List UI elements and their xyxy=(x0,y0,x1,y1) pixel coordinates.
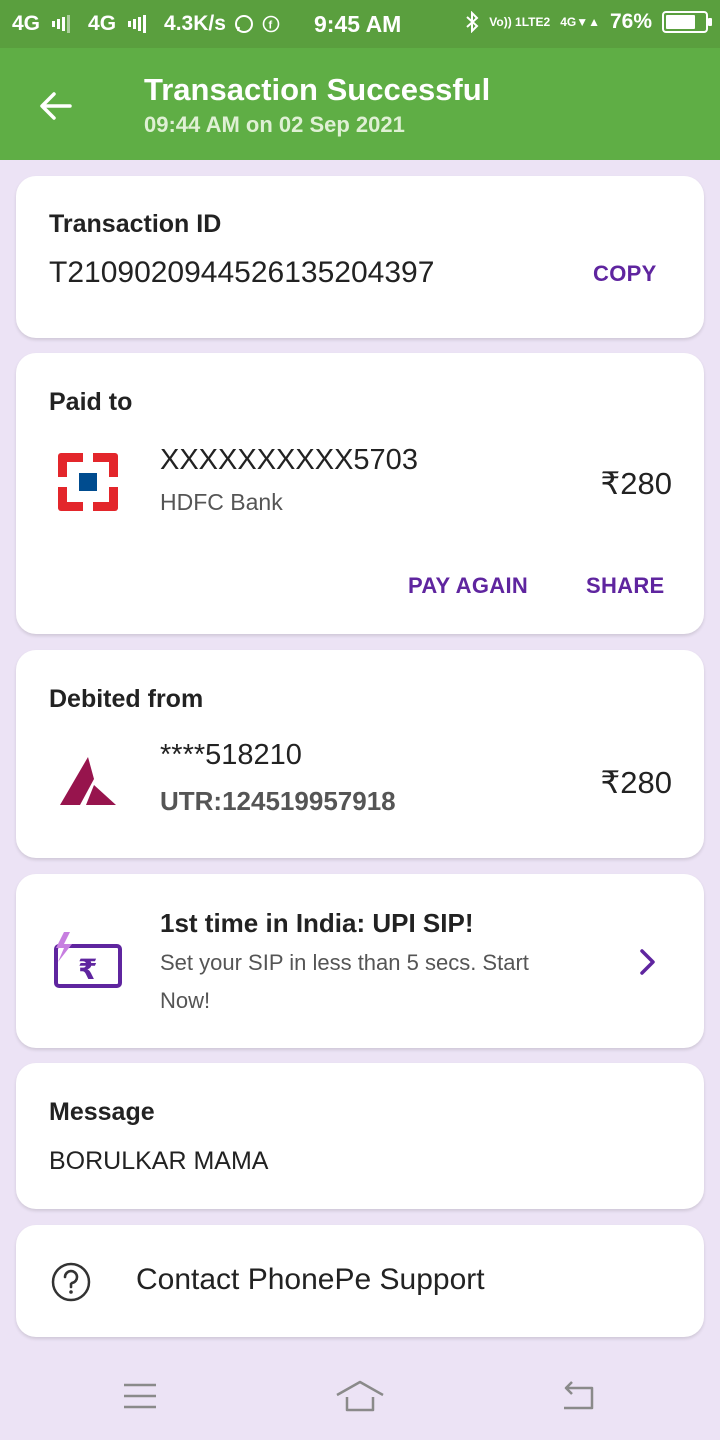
upi-sip-promo-card[interactable]: ₹ 1st time in India: UPI SIP! Set your S… xyxy=(16,874,704,1048)
menu-button[interactable] xyxy=(110,1366,170,1426)
data-arrows-icon: ▼▲ xyxy=(576,15,600,29)
arrow-left-icon xyxy=(40,92,72,120)
home-button[interactable] xyxy=(330,1366,390,1426)
copy-button[interactable]: COPY xyxy=(593,261,657,287)
paid-amount: ₹280 xyxy=(600,466,672,501)
signal-bars-icon xyxy=(52,15,72,33)
axis-logo-icon xyxy=(58,755,118,807)
promo-title: 1st time in India: UPI SIP! xyxy=(160,908,474,938)
home-icon xyxy=(336,1380,384,1412)
network-indicator-2: 4G xyxy=(88,12,156,36)
system-nav-bar xyxy=(0,1352,720,1440)
debited-amount: ₹280 xyxy=(600,765,672,800)
paid-to-card: Paid to XXXXXXXXXX5703 HDFC Bank ₹280 PA… xyxy=(16,353,704,634)
menu-icon xyxy=(124,1383,156,1409)
signal-bars-icon xyxy=(128,15,148,33)
network-type-label: 4G xyxy=(88,12,117,35)
payee-account: XXXXXXXXXX5703 xyxy=(160,444,418,476)
transaction-timestamp: 09:44 AM on 02 Sep 2021 xyxy=(144,112,405,137)
contact-support-card[interactable]: Contact PhonePe Support xyxy=(16,1225,704,1337)
network-indicator-1: 4G xyxy=(12,12,80,36)
app-header: Transaction Successful 09:44 AM on 02 Se… xyxy=(0,48,720,160)
status-right: Vo)) 1 LTE2 4G ▼▲ 76% xyxy=(455,10,712,34)
status-bar: 4G 4G 4.3K/s f 9:45 AM Vo)) 1 LTE2 4G ▼▲… xyxy=(0,0,720,48)
debited-from-card: Debited from ****518210 UTR:124519957918… xyxy=(16,650,704,858)
facebook-icon: f xyxy=(262,15,280,33)
data-activity-indicator: 4G ▼▲ xyxy=(560,16,600,28)
net-type-label: 4G xyxy=(560,15,577,29)
status-left: 4G 4G 4.3K/s f xyxy=(12,12,288,36)
message-text: BORULKAR MAMA xyxy=(49,1147,269,1175)
battery-percent: 76% xyxy=(609,10,652,33)
paid-to-label: Paid to xyxy=(49,388,133,416)
back-nav-button[interactable] xyxy=(548,1366,608,1426)
back-nav-icon xyxy=(564,1381,594,1410)
hdfc-logo-icon xyxy=(58,453,118,511)
svg-text:₹: ₹ xyxy=(78,953,97,986)
transaction-id-card: Transaction ID T2109020944526135204397 C… xyxy=(16,176,704,338)
clock: 9:45 AM xyxy=(314,11,402,37)
message-card: Message BORULKAR MAMA xyxy=(16,1063,704,1209)
message-label: Message xyxy=(49,1098,155,1126)
volte-indicator: Vo)) 1 LTE2 xyxy=(489,16,550,28)
share-button[interactable]: SHARE xyxy=(586,573,665,599)
transaction-id-value: T2109020944526135204397 xyxy=(49,256,435,289)
debited-from-label: Debited from xyxy=(49,685,204,713)
chevron-right-icon[interactable] xyxy=(636,948,660,981)
promo-description-line1: Set your SIP in less than 5 secs. Start xyxy=(160,950,529,975)
pay-again-button[interactable]: PAY AGAIN xyxy=(408,573,528,599)
bluetooth-icon xyxy=(465,11,479,33)
page-title: Transaction Successful xyxy=(144,72,491,107)
volte-bottom-label: LTE2 xyxy=(521,15,551,29)
battery-level xyxy=(666,15,695,29)
promo-description-line2: Now! xyxy=(160,988,211,1013)
help-circle-icon xyxy=(51,1262,91,1307)
sip-rupee-icon: ₹ xyxy=(52,930,124,992)
whatsapp-icon xyxy=(234,14,254,34)
network-type-label: 4G xyxy=(12,12,41,35)
transaction-id-label: Transaction ID xyxy=(49,210,222,238)
data-speed: 4.3K/s xyxy=(164,12,226,35)
contact-support-label: Contact PhonePe Support xyxy=(136,1263,485,1296)
volte-top-label: Vo)) 1 xyxy=(489,15,522,29)
back-button[interactable] xyxy=(30,80,82,132)
payee-bank: HDFC Bank xyxy=(160,489,283,515)
utr-number: UTR:124519957918 xyxy=(160,786,396,816)
debit-account: ****518210 xyxy=(160,739,302,771)
svg-text:f: f xyxy=(268,20,272,32)
battery-icon xyxy=(662,11,712,33)
